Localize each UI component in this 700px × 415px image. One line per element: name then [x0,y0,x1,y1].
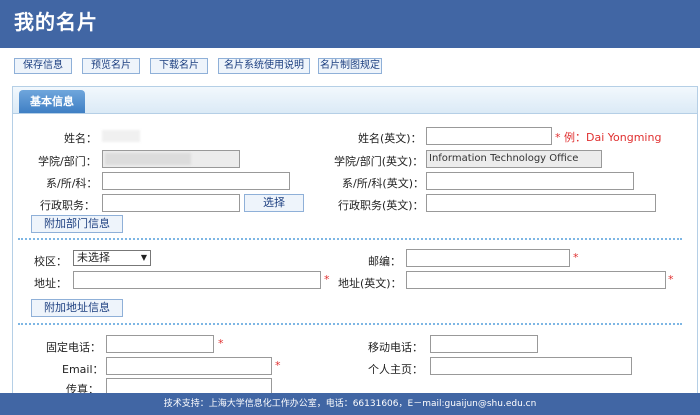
phone-input[interactable] [106,335,214,353]
dept-value [105,153,191,165]
select-position-button[interactable]: 选择 [244,194,304,212]
dept-en-label: 学院/部门(英文)： [334,155,424,168]
campus-select[interactable]: 未选择 ▼ [73,250,151,266]
faculty-input[interactable] [102,172,290,190]
chevron-down-icon: ▼ [140,253,147,262]
save-info-button[interactable]: 保存信息 [14,58,72,74]
phone-required-mark: * [218,337,224,350]
mobile-input[interactable] [430,335,538,353]
campus-selected-value: 未选择 [77,251,110,264]
page-title: 我的名片 [14,10,98,34]
postcode-required-mark: * [573,251,579,264]
postcode-input[interactable] [406,249,570,267]
page-footer: 技术支持：上海大学信息化工作办公室，电话：66131606，E－mail:gua… [0,393,700,415]
email-input[interactable] [106,357,272,375]
preview-card-button[interactable]: 预览名片 [82,58,140,74]
dept-label: 学院/部门： [38,155,97,168]
campus-label: 校区： [34,255,67,268]
page-header: 我的名片 [0,0,700,48]
mobile-label: 移动电话： [368,341,423,354]
address-required-mark: * [324,273,330,286]
email-required-mark: * [275,359,281,372]
position-en-input[interactable] [426,194,656,212]
address-en-label: 地址(英文)： [338,277,402,290]
homepage-input[interactable] [430,357,632,375]
homepage-label: 个人主页： [368,363,423,376]
usage-guide-button[interactable]: 名片系统使用说明 [218,58,310,74]
position-label: 行政职务： [40,199,95,212]
faculty-label: 系/所/科： [46,177,98,190]
section-divider [18,238,682,240]
address-en-input[interactable] [406,271,666,289]
address-label: 地址： [34,277,67,290]
name-en-hint: * 例：Dai Yongming [555,131,662,144]
faculty-en-label: 系/所/科(英文)： [342,177,424,190]
phone-label: 固定电话： [46,341,101,354]
faculty-en-input[interactable] [426,172,634,190]
address-input[interactable] [73,271,321,289]
name-label: 姓名： [64,132,97,145]
name-en-label: 姓名(英文)： [358,132,422,145]
email-label: Email： [62,363,104,376]
name-value [102,130,140,142]
add-address-info-button[interactable]: 附加地址信息 [31,299,123,317]
position-input[interactable] [102,194,240,212]
drawing-rules-button[interactable]: 名片制图规定 [318,58,382,74]
section-divider [18,323,682,325]
dept-en-field: Information Technology Office [426,150,602,168]
postcode-label: 邮编： [368,255,401,268]
add-dept-info-button[interactable]: 附加部门信息 [31,215,123,233]
tab-basic-info[interactable]: 基本信息 [19,90,85,113]
dept-field [102,150,240,168]
address-en-required-mark: * [668,273,674,286]
position-en-label: 行政职务(英文)： [338,199,424,212]
name-en-input[interactable] [426,127,552,145]
download-card-button[interactable]: 下载名片 [150,58,208,74]
toolbar: 保存信息 预览名片 下载名片 名片系统使用说明 名片制图规定 [0,48,700,78]
panel-header: 基本信息 [13,87,697,114]
